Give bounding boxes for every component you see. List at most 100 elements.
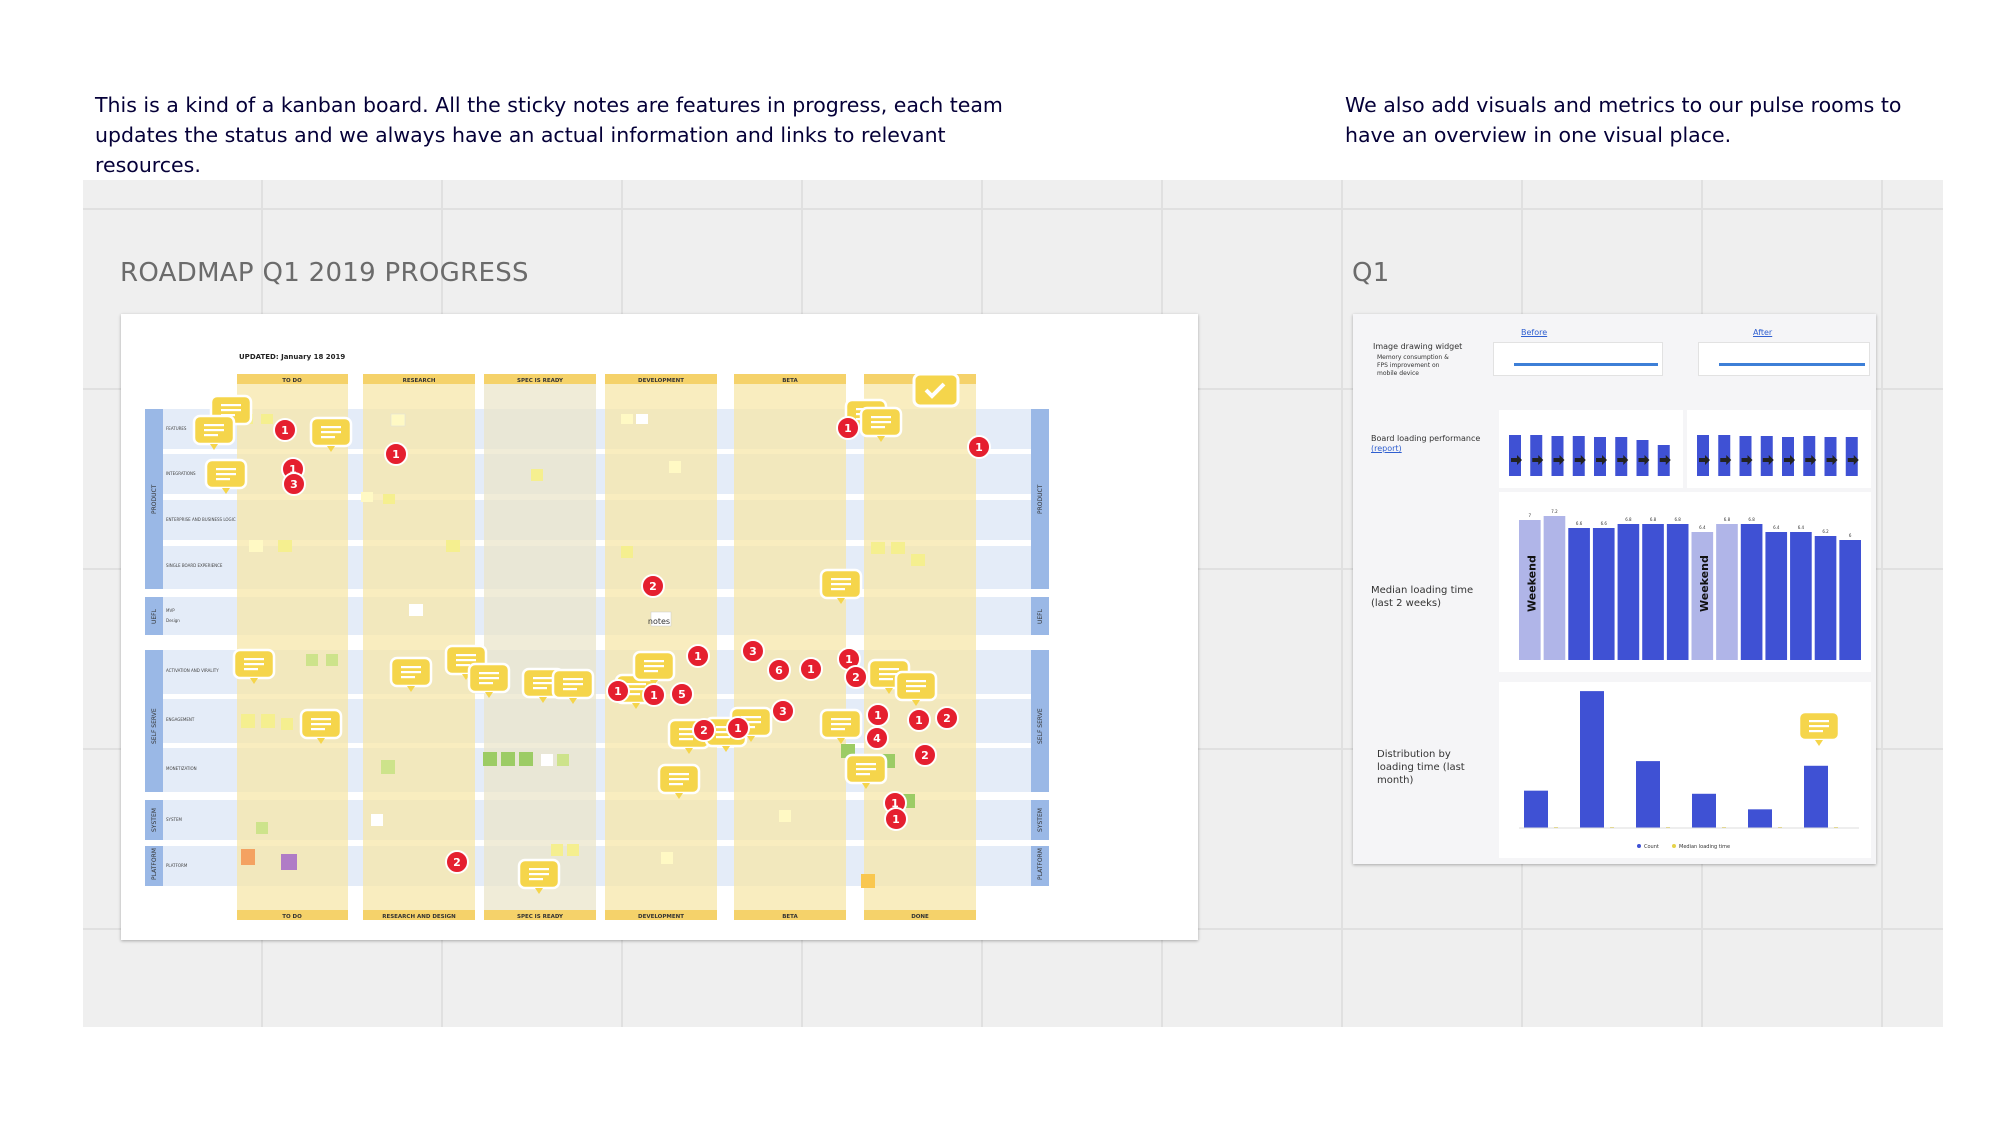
svg-text:Median loading time: Median loading time — [1679, 844, 1730, 850]
comment-bubble-icon — [819, 708, 863, 744]
board-loading-bar — [1530, 435, 1543, 476]
comment-count-badge: 1 — [967, 435, 991, 459]
board-loading-bar — [1782, 437, 1794, 476]
comment-count-badge: 2 — [692, 718, 716, 742]
done-check-icon — [912, 372, 960, 408]
median-loading-value: 6.8 — [1625, 517, 1632, 522]
board-loading-bar — [1594, 437, 1606, 476]
column-headers-top — [237, 374, 976, 384]
column-footers — [237, 910, 976, 920]
svg-text:2: 2 — [852, 671, 860, 684]
roadmap-frame-title[interactable]: ROADMAP Q1 2019 PROGRESS — [120, 258, 529, 288]
q1-frame-title[interactable]: Q1 — [1352, 258, 1390, 288]
median-loading-value: 6.6 — [1601, 521, 1608, 526]
svg-text:1: 1 — [892, 813, 900, 826]
svg-text:1: 1 — [874, 709, 882, 722]
before-screenshot — [1493, 342, 1663, 376]
after-link[interactable]: After — [1753, 328, 1772, 337]
median-loading-value: 6.4 — [1798, 525, 1805, 530]
distribution-bar — [1804, 765, 1828, 828]
board-loading-bar — [1760, 436, 1773, 476]
svg-text:2: 2 — [453, 856, 461, 869]
report-link[interactable]: (report) — [1371, 444, 1402, 453]
comment-count-badge: 3 — [771, 699, 795, 723]
board-loading-bar — [1509, 435, 1521, 476]
svg-text:1: 1 — [844, 422, 852, 435]
kanban-board-svg: UPDATED: January 18 2019 PRODUCT UEFL SE… — [145, 353, 1049, 920]
comment-bubble-icon — [844, 753, 888, 789]
median-loading-value: 6.2 — [1822, 529, 1829, 534]
board-loading-bar — [1824, 437, 1837, 476]
group-label-product: PRODUCT — [151, 484, 158, 514]
column-header-beta: BETA — [782, 378, 798, 384]
distribution-bar — [1636, 761, 1660, 828]
column-footer-spec: SPEC IS READY — [517, 914, 564, 920]
svg-text:6: 6 — [775, 664, 783, 677]
after-screenshot — [1698, 342, 1870, 376]
comment-count-badge: 1 — [866, 703, 890, 727]
median-loading-value: 7 — [1529, 513, 1532, 518]
group-label-uefl-right: UEFL — [1037, 608, 1044, 624]
column-footer-development: DEVELOPMENT — [638, 914, 684, 920]
column-header-todo: TO DO — [282, 378, 302, 384]
column-footer-todo: TO DO — [282, 914, 302, 920]
median-loading-bar — [1568, 528, 1590, 660]
group-label-platform-right: PLATFORM — [1037, 848, 1044, 880]
svg-text:2: 2 — [943, 712, 951, 725]
svg-text:1: 1 — [734, 722, 742, 735]
group-label-product-right: PRODUCT — [1037, 484, 1044, 514]
median-loading-bar — [1814, 536, 1837, 660]
board-loading-bar — [1739, 436, 1752, 476]
comment-count-badge: 1 — [726, 716, 750, 740]
board-updated-label: UPDATED: January 18 2019 — [239, 353, 345, 361]
comment-count-badge: 4 — [865, 726, 889, 750]
comment-bubble-icon — [517, 858, 561, 894]
comment-count-badge: 6 — [767, 658, 791, 682]
comment-bubble-icon — [309, 416, 353, 452]
comment-count-badge: 1 — [884, 807, 908, 831]
svg-text:1: 1 — [614, 685, 622, 698]
svg-text:3: 3 — [290, 478, 298, 491]
comment-bubble-icon — [204, 458, 248, 494]
comment-bubble-icon — [232, 648, 276, 684]
svg-text:2: 2 — [649, 580, 657, 593]
comment-count-badge: 2 — [844, 665, 868, 689]
row-label-platform: PLATFORM — [166, 863, 188, 868]
svg-text:1: 1 — [807, 663, 815, 676]
median-loading-bar — [1666, 524, 1689, 660]
intro-right-text: We also add visuals and metrics to our p… — [1345, 93, 1902, 147]
svg-text:Count: Count — [1644, 844, 1659, 850]
pulse-metrics-frame[interactable]: Before After Image drawing widget Memory… — [1353, 314, 1876, 864]
median-loading-bar — [1543, 516, 1566, 660]
column-header-spec: SPEC IS READY — [517, 378, 564, 384]
image-drawing-label: Image drawing widget — [1373, 342, 1463, 351]
comment-count-badge: 1 — [384, 442, 408, 466]
comment-bubble-icon — [819, 568, 863, 604]
row-label-enterprise: ENTERPRISE AND BUSINESS LOGIC — [166, 517, 236, 522]
comment-bubble-icon — [389, 656, 433, 692]
column-footer-beta: BETA — [782, 914, 798, 920]
column-header-development: DEVELOPMENT — [638, 378, 684, 384]
median-loading-bar — [1839, 540, 1861, 660]
svg-text:3: 3 — [779, 705, 787, 718]
comment-bubble-icon — [859, 406, 903, 442]
comment-bubble-icon — [299, 708, 343, 744]
comment-count-badge: 3 — [741, 639, 765, 663]
comment-bubble-icon — [632, 650, 676, 686]
svg-text:1: 1 — [392, 448, 400, 461]
svg-text:1: 1 — [650, 689, 658, 702]
roadmap-kanban-board[interactable]: UPDATED: January 18 2019 PRODUCT UEFL SE… — [121, 314, 1198, 940]
weekend-label-1: Weekend — [1526, 555, 1539, 612]
group-label-system-right: SYSTEM — [1037, 808, 1044, 832]
comment-count-badge: 1 — [799, 657, 823, 681]
intro-left-text: This is a kind of a kanban board. All th… — [95, 93, 1003, 177]
board-loading-bar — [1697, 435, 1709, 476]
median-loading-bar — [1790, 532, 1812, 660]
row-label-activation: ACTIVATION AND VIRALITY — [166, 668, 219, 673]
distribution-bar — [1580, 691, 1604, 828]
median-loading-value: 6.4 — [1699, 525, 1706, 530]
row-label-system: SYSTEM — [166, 817, 182, 822]
comment-count-badge: 1 — [642, 683, 666, 707]
median-loading-value: 7.2 — [1551, 509, 1558, 514]
before-link[interactable]: Before — [1521, 328, 1547, 337]
